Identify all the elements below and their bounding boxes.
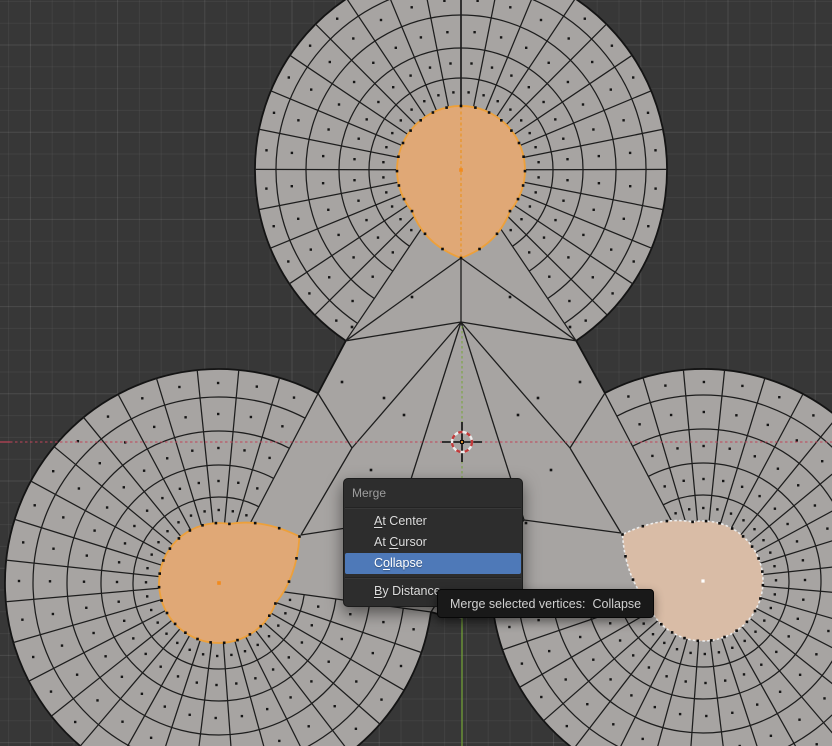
menu-separator — [345, 507, 521, 509]
viewport-canvas[interactable] — [0, 0, 832, 746]
tooltip-value: Collapse — [592, 597, 641, 611]
operator-tooltip: Merge selected vertices: Collapse — [437, 589, 654, 618]
menu-item-collapse[interactable]: Collapse — [345, 553, 521, 574]
blender-viewport: Merge At CenterAt CursorCollapseBy Dista… — [0, 0, 832, 746]
menu-item-at-cursor[interactable]: At Cursor — [345, 532, 521, 553]
menu-separator — [345, 577, 521, 579]
merge-menu-title: Merge — [344, 479, 522, 504]
merge-menu: Merge At CenterAt CursorCollapseBy Dista… — [343, 478, 523, 607]
menu-item-at-center[interactable]: At Center — [345, 511, 521, 532]
tooltip-label: Merge selected vertices: — [450, 597, 585, 611]
